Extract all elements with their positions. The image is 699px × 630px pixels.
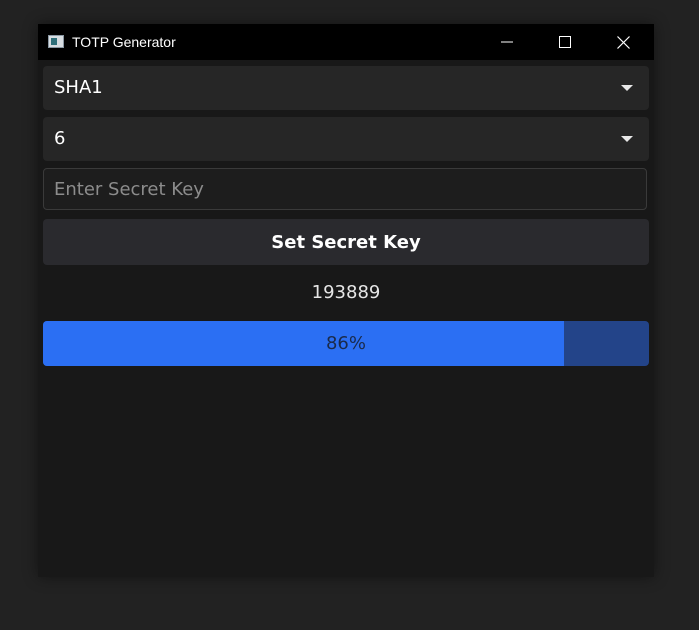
digits-select-value: 6 xyxy=(54,128,66,149)
minimize-icon xyxy=(501,41,513,43)
window-title: TOTP Generator xyxy=(72,34,176,50)
maximize-button[interactable] xyxy=(542,24,588,60)
algorithm-select-value: SHA1 xyxy=(54,77,103,98)
digits-select[interactable]: 6 xyxy=(43,117,649,161)
title-bar[interactable]: TOTP Generator xyxy=(38,24,654,60)
minimize-button[interactable] xyxy=(484,24,530,60)
time-remaining-progress-bar: 86% xyxy=(43,321,649,366)
totp-code: 193889 xyxy=(311,282,381,303)
app-icon xyxy=(48,35,64,48)
close-button[interactable] xyxy=(600,24,646,60)
chevron-down-icon xyxy=(621,85,633,91)
secret-key-input[interactable] xyxy=(43,168,647,210)
maximize-icon xyxy=(559,36,571,48)
close-icon xyxy=(616,35,630,49)
chevron-down-icon xyxy=(621,136,633,142)
algorithm-select[interactable]: SHA1 xyxy=(43,66,649,110)
app-window: TOTP Generator SHA1 6 Set Secret Key 193… xyxy=(38,24,654,577)
set-secret-key-button[interactable]: Set Secret Key xyxy=(43,219,649,265)
progress-label: 86% xyxy=(325,333,366,354)
